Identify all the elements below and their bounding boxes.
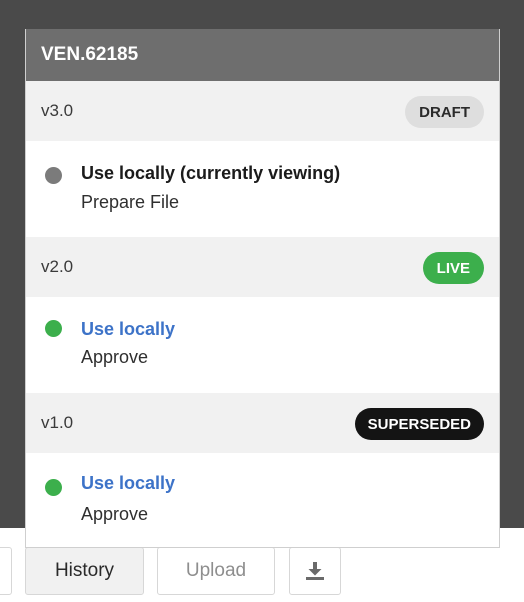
history-button[interactable]: History — [25, 547, 144, 595]
status-badge-live: LIVE — [422, 252, 484, 284]
download-icon — [306, 562, 324, 580]
upload-button-label: Upload — [185, 560, 247, 581]
status-badge-draft: DRAFT — [405, 96, 484, 128]
version-label: v2.0 — [41, 257, 74, 276]
version-entry-v1: Use locally Approve — [26, 453, 499, 547]
version-entry-v2: Use locally Approve — [26, 297, 499, 393]
partial-toolbar-button[interactable] — [0, 547, 12, 595]
status-dot-icon — [45, 320, 62, 337]
history-panel: VEN.62185 v3.0 DRAFT Use locally (curren… — [25, 29, 500, 548]
version-entry-v3: Use locally (currently viewing) Prepare … — [26, 141, 499, 237]
document-id: VEN.62185 — [41, 44, 139, 65]
workflow-step: Prepare File — [81, 192, 180, 212]
workflow-step: Approve — [81, 504, 149, 524]
panel-header: VEN.62185 — [26, 29, 499, 81]
status-dot-icon — [45, 167, 62, 184]
status-dot-icon — [45, 479, 62, 496]
version-row-v1: v1.0 SUPERSEDED — [26, 393, 499, 453]
use-locally-link[interactable]: Use locally — [81, 473, 175, 494]
upload-button[interactable]: Upload — [157, 547, 275, 595]
version-label: v1.0 — [41, 413, 74, 432]
workflow-step: Approve — [81, 347, 149, 367]
use-locally-link[interactable]: Use locally — [81, 319, 175, 340]
status-badge-superseded: SUPERSEDED — [354, 408, 484, 440]
current-version-label: Use locally (currently viewing) — [81, 163, 341, 183]
history-button-label: History — [54, 560, 115, 581]
version-row-v3: v3.0 DRAFT — [26, 81, 499, 141]
version-label: v3.0 — [41, 101, 74, 120]
version-row-v2: v2.0 LIVE — [26, 237, 499, 297]
app-screen: History Upload VEN.62185 v3.0 DRAFT Use … — [0, 0, 524, 602]
download-button[interactable] — [289, 547, 341, 595]
